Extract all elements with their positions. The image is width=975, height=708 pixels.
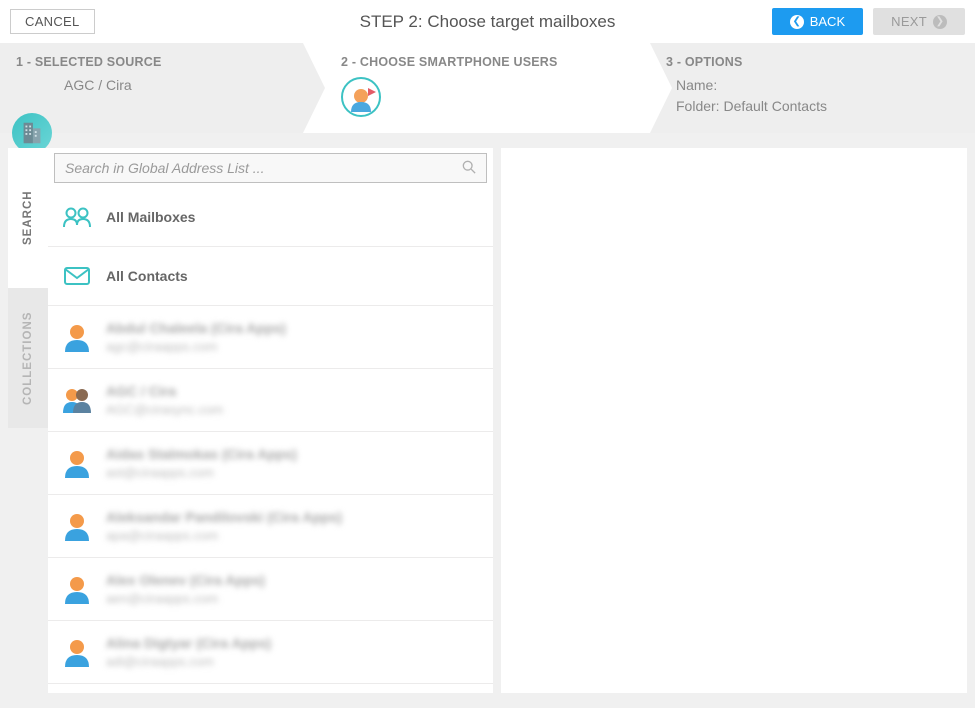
list-item-label: All Mailboxes <box>106 209 195 225</box>
list-item[interactable]: Alina Digtyar (Cira Apps) adi@ciraapps.co… <box>48 621 493 684</box>
step-3-folder: Folder: Default Contacts <box>676 98 959 114</box>
list-item[interactable]: AGC / Cira AGC@cirasync.com <box>48 369 493 432</box>
next-button-label: NEXT <box>891 14 927 29</box>
contact-email: apa@ciraapps.com <box>106 528 342 543</box>
person-avatar-icon <box>62 448 92 478</box>
contact-name: Aleksandar Pandilovski (Cira Apps) <box>106 509 342 525</box>
person-avatar-icon <box>62 511 92 541</box>
user-target-icon <box>341 77 381 117</box>
top-bar: CANCEL STEP 2: Choose target mailboxes ❮… <box>0 0 975 43</box>
list-item[interactable]: Aidas Stalmokas (Cira Apps) ast@ciraapps.… <box>48 432 493 495</box>
tab-collections[interactable]: COLLECTIONS <box>8 288 48 428</box>
chevron-right-icon: ❯ <box>933 15 947 29</box>
search-input[interactable] <box>65 160 462 176</box>
contact-email: ast@ciraapps.com <box>106 465 297 480</box>
list-item-label: All Contacts <box>106 268 188 284</box>
side-tabs: SEARCH COLLECTIONS <box>8 148 48 693</box>
back-button[interactable]: ❮ BACK <box>772 8 863 35</box>
cancel-button[interactable]: CANCEL <box>10 9 95 34</box>
step-2: 2 - CHOOSE SMARTPHONE USERS <box>325 43 650 133</box>
envelope-icon <box>62 261 92 291</box>
main-area: SEARCH COLLECTIONS All Mailboxes <box>0 133 975 708</box>
contact-name: AGC / Cira <box>106 383 223 399</box>
next-button[interactable]: NEXT ❯ <box>873 8 965 35</box>
step-title: STEP 2: Choose target mailboxes <box>360 12 616 32</box>
contact-name: Alex Olenev (Cira Apps) <box>106 572 265 588</box>
step-2-label: 2 - CHOOSE SMARTPHONE USERS <box>341 55 634 69</box>
list-item[interactable]: Aleksandar Pandilovski (Cira Apps) apa@ci… <box>48 495 493 558</box>
tab-search[interactable]: SEARCH <box>8 148 48 288</box>
contact-email: adi@ciraapps.com <box>106 654 271 669</box>
right-panel <box>501 148 967 693</box>
step-1: 1 - SELECTED SOURCE AGC / Cira <box>0 43 325 133</box>
step-3: 3 - OPTIONS Name: Folder: Default Contac… <box>650 43 975 133</box>
step-1-value: AGC / Cira <box>16 77 309 93</box>
contact-email: aen@ciraapps.com <box>106 591 265 606</box>
group-icon <box>62 202 92 232</box>
person-avatar-icon <box>62 637 92 667</box>
chevron-left-icon: ❮ <box>790 15 804 29</box>
step-3-label: 3 - OPTIONS <box>666 55 959 69</box>
contact-name: Aidas Stalmokas (Cira Apps) <box>106 446 297 462</box>
contact-name: Alina Digtyar (Cira Apps) <box>106 635 271 651</box>
step-1-label: 1 - SELECTED SOURCE <box>16 55 309 69</box>
contact-email: AGC@cirasync.com <box>106 402 223 417</box>
person-avatar-icon <box>62 574 92 604</box>
wizard-steps: 1 - SELECTED SOURCE AGC / Cira 2 - CHOOS… <box>0 43 975 133</box>
step-3-name: Name: <box>676 77 959 93</box>
building-icon <box>12 113 52 153</box>
list-item[interactable]: Abdul Chaleela (Cira Apps) agc@ciraapps.c… <box>48 306 493 369</box>
search-icon[interactable] <box>462 160 476 177</box>
contact-email: agc@ciraapps.com <box>106 339 286 354</box>
left-panel: SEARCH COLLECTIONS All Mailboxes <box>8 148 493 693</box>
list-item-all-contacts[interactable]: All Contacts <box>48 247 493 306</box>
group-avatar-icon <box>62 385 92 415</box>
list-item-all-mailboxes[interactable]: All Mailboxes <box>48 188 493 247</box>
back-button-label: BACK <box>810 14 845 29</box>
list-item[interactable]: All Cira Apps ManagersAllCiraAppsManager… <box>48 684 493 693</box>
search-box <box>54 153 487 183</box>
list-item[interactable]: Alex Olenev (Cira Apps) aen@ciraapps.com <box>48 558 493 621</box>
person-avatar-icon <box>62 322 92 352</box>
contact-name: Abdul Chaleela (Cira Apps) <box>106 320 286 336</box>
results-list[interactable]: All Mailboxes All Contacts Abdul Chaleel… <box>48 188 493 693</box>
